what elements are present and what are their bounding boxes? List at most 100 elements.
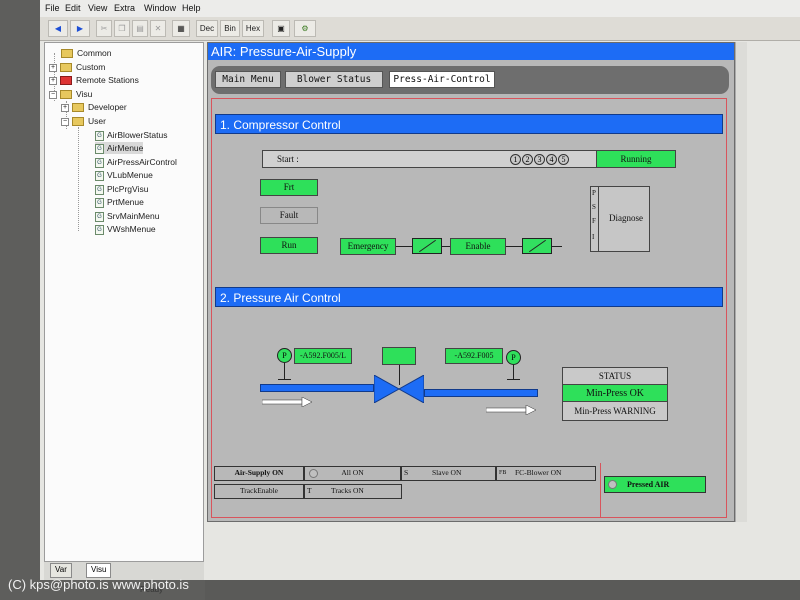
status-bar	[205, 580, 800, 600]
enable-indicator: Enable	[450, 238, 506, 255]
main-panel: 1. Compressor Control Start : 1 2 3 4 5 …	[211, 98, 727, 518]
folder-icon	[60, 76, 72, 86]
visu-file-icon: G	[95, 224, 104, 235]
tab-visu[interactable]: Visu	[86, 563, 112, 578]
collapse-icon[interactable]: −	[49, 90, 57, 99]
menu-file[interactable]: File	[45, 3, 60, 13]
tab-var[interactable]: Var	[50, 563, 72, 578]
section-pressure-air-control-header: 2. Pressure Air Control	[215, 287, 723, 307]
start-label: Start :	[277, 154, 299, 164]
flow-arrow-right-icon	[486, 405, 536, 415]
pressed-air-led	[608, 480, 617, 489]
status-panel: STATUS Min-Press OK Min-Press WARNING	[562, 367, 668, 421]
visu-file-icon: G	[95, 197, 104, 208]
sensor-2-value: -A592.F005	[445, 348, 503, 364]
emergency-contact-icon	[412, 238, 442, 254]
menu-help[interactable]: Help	[182, 3, 201, 13]
properties-icon[interactable]: ▦	[172, 20, 190, 37]
forward-arrow-icon[interactable]: ▶	[70, 20, 90, 37]
back-arrow-icon[interactable]: ◀	[48, 20, 68, 37]
tree-item-vwshmenue[interactable]: G VWshMenue	[95, 223, 156, 235]
diag-letter-p: P	[592, 189, 596, 197]
diagnose-button[interactable]: P S F I Diagnose	[590, 186, 650, 252]
enable-contact-icon	[522, 238, 552, 254]
dec-button[interactable]: Dec	[196, 20, 218, 37]
tree-item-plcprgvisu[interactable]: G PlcPrgVisu	[95, 183, 148, 195]
min-press-warning-indicator: Min-Press WARNING	[574, 406, 656, 416]
tree-item-airpressaircontrol[interactable]: G AirPressAirControl	[95, 156, 177, 168]
step-2-indicator: 2	[522, 154, 533, 165]
step-5-indicator: 5	[558, 154, 569, 165]
tracks-on-status: T Tracks ON	[304, 484, 402, 499]
diag-letter-f: F	[592, 217, 596, 225]
nav-bar: Main Menu Blower Status Press-Air-Contro…	[211, 66, 729, 94]
visu-file-icon: G	[95, 184, 104, 195]
frt-indicator: Frt	[260, 179, 318, 196]
visu-file-icon: G	[95, 211, 104, 222]
visu-file-icon: G	[95, 157, 104, 168]
diagnose-label: Diagnose	[609, 213, 643, 223]
cut-icon[interactable]: ✂	[96, 20, 112, 37]
expand-icon[interactable]: +	[49, 63, 57, 72]
fc-blower-status: FB FC-Blower ON	[496, 466, 596, 481]
menu-extra[interactable]: Extra	[114, 3, 135, 13]
visu-title: AIR: Pressure-Air-Supply	[208, 43, 734, 60]
folder-icon	[61, 49, 73, 59]
control-valve-icon	[374, 375, 424, 403]
tree-item-custom[interactable]: + Custom	[49, 61, 105, 73]
slave-on-status: S Slave ON	[401, 466, 496, 481]
air-pipe-right	[424, 389, 538, 397]
air-pipe-left	[260, 384, 374, 392]
emergency-indicator: Emergency	[340, 238, 396, 255]
press-air-control-button[interactable]: Press-Air-Control	[389, 71, 495, 88]
tree-item-visu[interactable]: − Visu	[49, 88, 92, 100]
bin-button[interactable]: Bin	[220, 20, 240, 37]
step-1-indicator: 1	[510, 154, 521, 165]
visualization-window: AIR: Pressure-Air-Supply Main Menu Blowe…	[207, 42, 735, 522]
folder-icon	[60, 90, 72, 100]
step-4-indicator: 4	[546, 154, 557, 165]
paste-icon[interactable]: ▤	[132, 20, 148, 37]
tracks-code: T	[307, 486, 312, 495]
tree-item-developer[interactable]: + Developer	[61, 101, 127, 113]
blower-status-button[interactable]: Blower Status	[285, 71, 383, 88]
tree-item-srvmainmenu[interactable]: G SrvMainMenu	[95, 210, 159, 222]
air-supply-status: Air-Supply ON	[214, 466, 304, 481]
online-icon[interactable]: ⚙	[294, 20, 316, 37]
pressure-sensor-1-icon: P	[277, 348, 292, 363]
hex-button[interactable]: Hex	[242, 20, 264, 37]
project-tree: Common + Custom + Remote Stations − Visu + D…	[44, 42, 204, 562]
section-compressor-control-header: 1. Compressor Control	[215, 114, 723, 134]
run-indicator: Run	[260, 237, 318, 254]
tree-item-airblowerstatus[interactable]: G AirBlowerStatus	[95, 129, 167, 141]
fault-indicator: Fault	[260, 207, 318, 224]
tree-item-vlubmenue[interactable]: G VLubMenue	[95, 169, 153, 181]
running-indicator: Running	[596, 150, 676, 168]
watermark: (C) kps@photo.is www.photo.is	[8, 577, 189, 592]
menu-view[interactable]: View	[88, 3, 107, 13]
slave-code: S	[404, 468, 409, 477]
expand-icon[interactable]: +	[61, 103, 69, 112]
monitor-icon[interactable]: ▣	[272, 20, 290, 37]
tree-item-common[interactable]: Common	[61, 47, 111, 59]
trackenable-status: TrackEnable	[214, 484, 304, 499]
tree-item-airmenue[interactable]: G AirMenue	[95, 142, 144, 154]
tracks-on-label: Tracks ON	[331, 486, 364, 495]
tree-item-user[interactable]: − User	[61, 115, 106, 127]
expand-icon[interactable]: +	[49, 76, 57, 85]
tree-item-prtmenue[interactable]: G PrtMenue	[95, 196, 144, 208]
menu-edit[interactable]: Edit	[65, 3, 81, 13]
collapse-icon[interactable]: −	[61, 117, 69, 126]
sensor-1-value: -A592.F005/L	[294, 348, 352, 364]
delete-icon[interactable]: ✕	[150, 20, 166, 37]
visu-file-icon: G	[95, 170, 104, 181]
main-menu-button[interactable]: Main Menu	[215, 71, 281, 88]
copy-icon[interactable]: ❐	[114, 20, 130, 37]
folder-icon	[60, 63, 72, 73]
status-title: STATUS	[598, 371, 632, 381]
min-press-ok-indicator: Min-Press OK	[563, 384, 667, 402]
vertical-scrollbar[interactable]	[735, 42, 747, 522]
menu-window[interactable]: Window	[144, 3, 176, 13]
folder-icon	[72, 117, 84, 127]
tree-item-remote-stations[interactable]: + Remote Stations	[49, 74, 139, 86]
